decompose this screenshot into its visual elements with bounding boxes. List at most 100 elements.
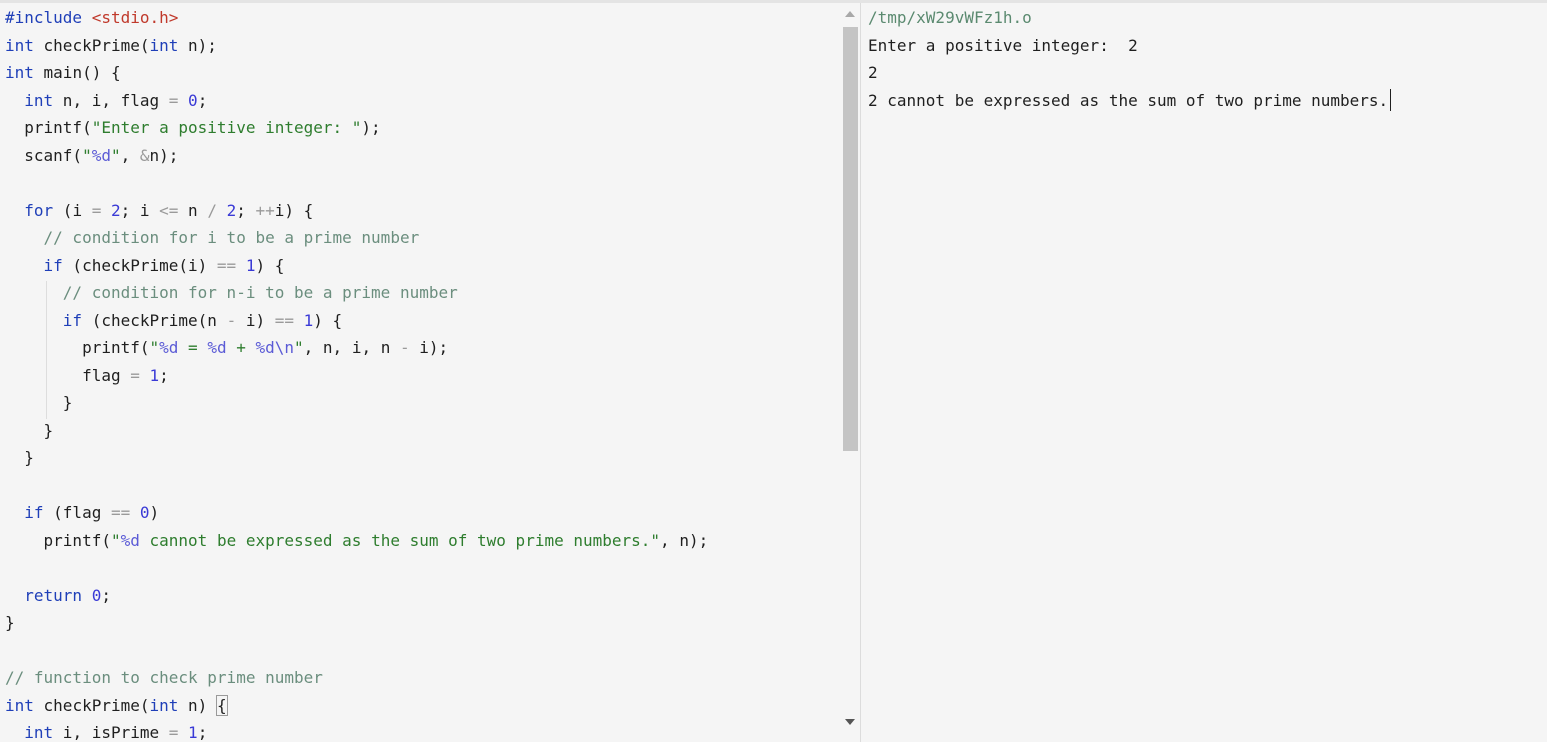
scroll-thumb[interactable] <box>843 27 858 451</box>
code-token: <stdio.h> <box>91 8 179 27</box>
code-token: " <box>294 338 304 357</box>
code-token: printf( <box>5 530 111 550</box>
code-line[interactable]: } <box>5 389 73 417</box>
code-token: 1 <box>303 310 314 330</box>
code-line[interactable]: if (checkPrime(i) == 1) { <box>5 252 285 280</box>
code-token: n); <box>178 35 217 55</box>
code-line[interactable]: // function to check prime number <box>5 664 323 692</box>
code-token: ; <box>197 90 208 110</box>
code-line[interactable]: scanf("%d", &n); <box>5 142 178 170</box>
console-line: 2 <box>868 63 878 82</box>
code-token: i); <box>409 338 449 357</box>
code-token: #include <box>5 8 92 27</box>
code-token: ; <box>101 585 111 605</box>
ide-window: #include <stdio.h> int checkPrime(int n);… <box>0 0 1547 742</box>
code-token: = <box>91 200 102 220</box>
code-token: int <box>5 35 34 55</box>
console-path: /tmp/xW29vWFz1h.o <box>868 8 1032 27</box>
code-token: = <box>168 723 179 742</box>
code-token: { <box>215 694 228 716</box>
code-token: ; <box>159 365 169 385</box>
code-token: %d <box>120 530 140 550</box>
code-line[interactable]: // condition for i to be a prime number <box>5 224 420 252</box>
code-token: int <box>149 695 179 715</box>
code-token: " <box>149 338 160 357</box>
code-line[interactable]: flag = 1; <box>5 362 169 390</box>
code-line[interactable]: // condition for n-i to be a prime numbe… <box>5 279 458 307</box>
code-token: %d\n <box>255 338 295 357</box>
code-token: } <box>5 448 34 467</box>
code-token: ++ <box>255 200 275 220</box>
code-token: 1 <box>188 723 198 742</box>
code-editor[interactable]: #include <stdio.h> int checkPrime(int n);… <box>0 3 840 742</box>
code-token: // function to check prime number <box>5 668 323 687</box>
code-token: if <box>24 503 44 522</box>
editor-scrollbar[interactable] <box>840 3 860 742</box>
code-line[interactable]: } <box>5 609 15 637</box>
console-line: Enter a positive integer: 2 <box>868 35 1138 55</box>
code-token: <= <box>159 200 179 220</box>
code-token: if <box>43 255 63 275</box>
code-token: (checkPrime(n <box>82 310 227 330</box>
code-line[interactable]: printf("%d = %d + %d\n", n, i, n - i); <box>5 334 448 362</box>
code-line[interactable]: if (flag == 0) <box>5 499 159 527</box>
code-line[interactable]: int checkPrime(int n); <box>5 32 217 60</box>
console-line-text: 2 cannot be expressed as the sum of two … <box>868 90 1389 110</box>
code-line[interactable]: } <box>5 417 54 445</box>
code-token: , n); <box>660 530 709 550</box>
code-line[interactable]: int main() { <box>5 59 121 87</box>
code-line[interactable]: for (i = 2; i <= n / 2; ++i) { <box>5 197 313 225</box>
code-token: // condition for n-i to be a prime numbe… <box>5 283 458 302</box>
scroll-down-arrow-icon[interactable] <box>845 719 855 725</box>
code-token: = <box>130 365 140 385</box>
code-token: / <box>207 200 217 220</box>
code-token: == <box>110 503 131 522</box>
scroll-up-arrow-icon[interactable] <box>845 11 855 17</box>
code-token: int <box>5 63 34 82</box>
code-line[interactable]: printf("Enter a positive integer: "); <box>5 114 381 142</box>
code-line[interactable]: } <box>5 444 34 472</box>
code-token: (i <box>53 200 92 220</box>
code-line[interactable]: int checkPrime(int n) { <box>5 692 228 720</box>
code-token: (flag <box>43 503 111 522</box>
code-token: ) { <box>313 310 343 330</box>
code-token: int <box>24 723 54 742</box>
code-token: cannot be expressed as the sum of two pr… <box>139 530 661 550</box>
code-token: , n, i, n <box>303 338 400 357</box>
code-token: checkPrime( <box>33 695 150 715</box>
code-token: } <box>5 613 15 632</box>
code-token: == <box>274 310 294 330</box>
code-line[interactable]: int i, isPrime = 1; <box>5 719 207 742</box>
code-line[interactable]: int n, i, flag = 0; <box>5 87 207 115</box>
code-line[interactable]: return 0; <box>5 582 111 610</box>
code-line[interactable]: printf("%d cannot be expressed as the su… <box>5 527 709 555</box>
code-token: & <box>139 145 150 165</box>
code-line[interactable]: #include <stdio.h> <box>5 4 178 32</box>
code-token: // condition for i to be a prime number <box>5 228 420 247</box>
output-console[interactable]: /tmp/xW29vWFz1h.o Enter a positive integ… <box>861 3 1547 742</box>
code-token: int <box>24 90 54 110</box>
code-token: int <box>149 35 179 55</box>
console-line: 2 cannot be expressed as the sum of two … <box>868 87 1392 115</box>
code-line[interactable]: if (checkPrime(n - i) == 1) { <box>5 307 342 335</box>
code-token: ; <box>236 200 256 220</box>
code-token: == <box>216 255 237 275</box>
code-token: if <box>62 310 83 330</box>
code-token: ); <box>361 118 381 137</box>
code-token: ; <box>197 723 208 742</box>
code-token: ; i <box>120 200 160 220</box>
code-token: scanf( <box>5 145 83 165</box>
code-token: i) { <box>274 200 314 220</box>
code-token: 0 <box>91 585 102 605</box>
code-token: 2 <box>110 200 121 220</box>
